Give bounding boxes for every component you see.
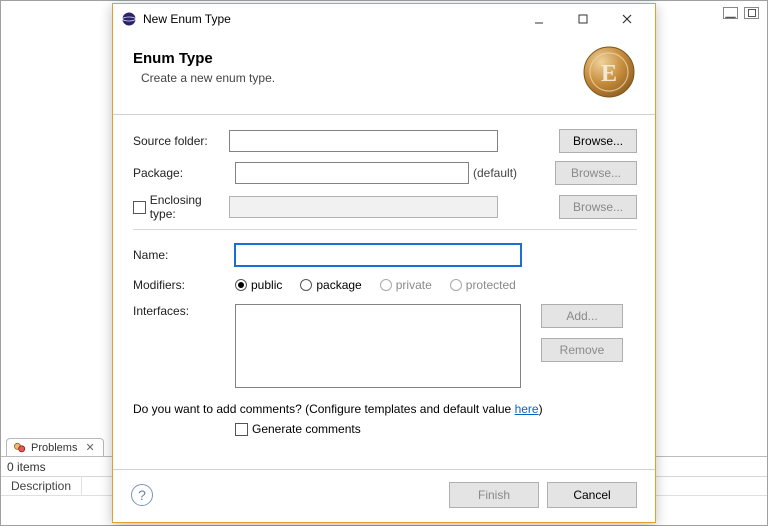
add-interface-button: Add... [541,304,623,328]
remove-interface-button: Remove [541,338,623,362]
description-column-header[interactable]: Description [1,477,82,495]
generate-comments-label: Generate comments [252,422,361,436]
package-default-note: (default) [473,166,517,180]
modifiers-group: public package private protected [235,278,637,292]
modifier-protected: protected [450,278,516,292]
modifier-package[interactable]: package [300,278,361,292]
dialog-footer: ? Finish Cancel [113,469,655,522]
source-folder-input[interactable] [229,130,498,152]
enclosing-type-label: Enclosing type: [150,193,229,221]
host-minimize-button[interactable] [723,7,738,19]
dialog-minimize-button[interactable] [517,8,561,30]
banner-subtitle: Create a new enum type. [141,71,275,85]
comments-prompt: Do you want to add comments? (Configure … [133,402,637,416]
configure-templates-link[interactable]: here [515,402,539,416]
modifier-package-label: package [316,278,361,292]
new-enum-dialog: New Enum Type Enum Type Create a new enu… [112,3,656,523]
dialog-banner: Enum Type Create a new enum type. E [113,34,655,114]
host-window: Problems ✕ 0 items Description New Enum … [0,0,768,526]
svg-text:E: E [601,61,617,87]
dialog-form: Source folder: Browse... Package: (defau… [113,115,655,444]
dialog-title: New Enum Type [143,12,517,26]
dialog-maximize-button[interactable] [561,8,605,30]
modifier-private-label: private [396,278,432,292]
enclosing-type-label-wrap: Enclosing type: [133,193,229,221]
interfaces-listbox[interactable] [235,304,521,388]
modifier-public-label: public [251,278,282,292]
browse-source-folder-button[interactable]: Browse... [559,129,637,153]
enum-type-icon: E [581,44,637,100]
problems-tab-label: Problems [31,442,77,454]
browse-enclosing-type-button: Browse... [559,195,637,219]
items-count: 0 items [7,460,46,474]
host-maximize-button[interactable] [744,7,759,19]
eclipse-icon [121,11,137,27]
tab-close-icon[interactable]: ✕ [85,441,94,454]
modifier-public[interactable]: public [235,278,282,292]
source-folder-label: Source folder: [133,134,229,148]
modifier-private: private [380,278,432,292]
enclosing-type-checkbox[interactable] [133,201,146,214]
generate-comments-row: Generate comments [235,422,637,436]
package-label: Package: [133,166,235,180]
name-input[interactable] [235,244,521,266]
host-titlebar-buttons [723,7,759,19]
dialog-titlebar: New Enum Type [113,4,655,34]
cancel-button[interactable]: Cancel [547,482,637,508]
form-divider [133,229,637,230]
interfaces-label: Interfaces: [133,304,235,318]
problems-tab-row: Problems ✕ [6,435,104,457]
package-input[interactable] [235,162,469,184]
problems-tab[interactable]: Problems ✕ [6,438,104,457]
enclosing-type-input [229,196,498,218]
dialog-close-button[interactable] [605,8,649,30]
banner-title: Enum Type [133,50,275,67]
name-label: Name: [133,248,235,262]
browse-package-button: Browse... [555,161,637,185]
problems-icon [13,442,27,454]
generate-comments-checkbox[interactable] [235,423,248,436]
finish-button: Finish [449,482,539,508]
modifier-protected-label: protected [466,278,516,292]
modifiers-label: Modifiers: [133,278,235,292]
help-icon[interactable]: ? [131,484,153,506]
